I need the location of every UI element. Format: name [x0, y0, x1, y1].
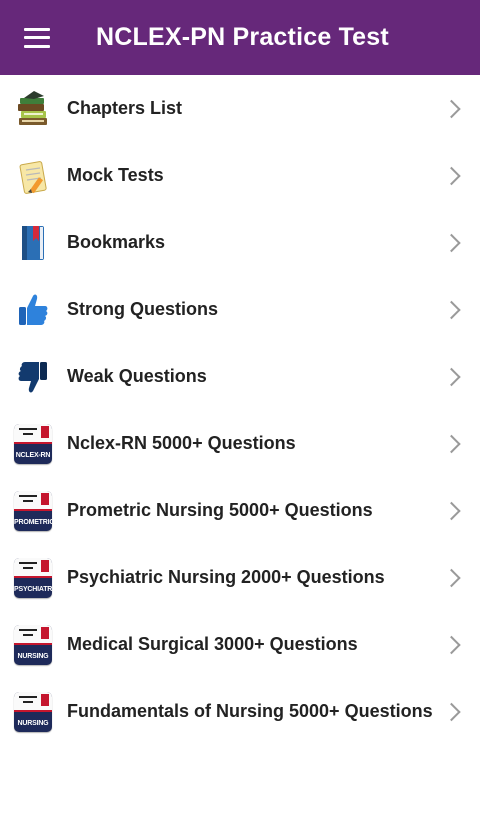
books-icon — [13, 89, 53, 129]
chevron-right-icon — [442, 568, 461, 587]
menu-item-medical-surgical[interactable]: NURSING Medical Surgical 3000+ Questions — [0, 611, 480, 678]
menu-item-nclex-rn[interactable]: NCLEX-RN Nclex-RN 5000+ Questions — [0, 410, 480, 477]
menu-item-chapters-list[interactable]: Chapters List — [0, 75, 480, 142]
chevron-right-icon — [442, 501, 461, 520]
chevron-right-icon — [442, 635, 461, 654]
thumbs-up-icon — [13, 290, 53, 330]
menu-item-label: Strong Questions — [67, 299, 219, 319]
chevron-right-icon — [442, 166, 461, 185]
menu-item-strong-questions[interactable]: Strong Questions — [0, 276, 480, 343]
chevron-right-icon — [442, 300, 461, 319]
menu-list: Chapters List Mock Tests Bookmarks Stron… — [0, 75, 480, 745]
menu-item-prometric-nursing[interactable]: PROMETRIC Prometric Nursing 5000+ Questi… — [0, 477, 480, 544]
hamburger-menu-icon[interactable] — [24, 27, 50, 48]
menu-item-label: Weak Questions — [67, 366, 207, 386]
menu-item-label: Chapters List — [67, 98, 183, 118]
nclex-badge-icon: NCLEX-RN — [13, 423, 53, 464]
chevron-right-icon — [442, 434, 461, 453]
menu-item-label: Nclex-RN 5000+ Questions — [67, 433, 296, 453]
menu-item-label: Psychiatric Nursing 2000+ Questions — [67, 567, 385, 587]
fundamentals-badge-icon: NURSING — [13, 691, 53, 732]
notepad-pencil-icon — [13, 156, 53, 196]
psychiatric-badge-icon: PSYCHIATRIC — [13, 557, 53, 598]
menu-item-label: Bookmarks — [67, 232, 166, 252]
menu-item-label: Medical Surgical 3000+ Questions — [67, 634, 358, 654]
prometric-badge-icon: PROMETRIC — [13, 490, 53, 531]
menu-item-label: Fundamentals of Nursing 5000+ Questions — [67, 701, 433, 721]
menu-item-bookmarks[interactable]: Bookmarks — [0, 209, 480, 276]
chevron-right-icon — [442, 233, 461, 252]
bookmark-book-icon — [13, 223, 53, 263]
chevron-right-icon — [442, 99, 461, 118]
menu-item-psychiatric-nursing[interactable]: PSYCHIATRIC Psychiatric Nursing 2000+ Qu… — [0, 544, 480, 611]
chevron-right-icon — [442, 367, 461, 386]
menu-item-fundamentals-nursing[interactable]: NURSING Fundamentals of Nursing 5000+ Qu… — [0, 678, 480, 745]
chevron-right-icon — [442, 702, 461, 721]
medical-surgical-badge-icon: NURSING — [13, 624, 53, 665]
page-title: NCLEX-PN Practice Test — [96, 23, 389, 51]
menu-item-label: Mock Tests — [67, 165, 164, 185]
menu-item-mock-tests[interactable]: Mock Tests — [0, 142, 480, 209]
menu-item-weak-questions[interactable]: Weak Questions — [0, 343, 480, 410]
app-bar: NCLEX-PN Practice Test — [0, 0, 480, 75]
menu-item-label: Prometric Nursing 5000+ Questions — [67, 500, 373, 520]
thumbs-down-icon — [13, 357, 53, 397]
